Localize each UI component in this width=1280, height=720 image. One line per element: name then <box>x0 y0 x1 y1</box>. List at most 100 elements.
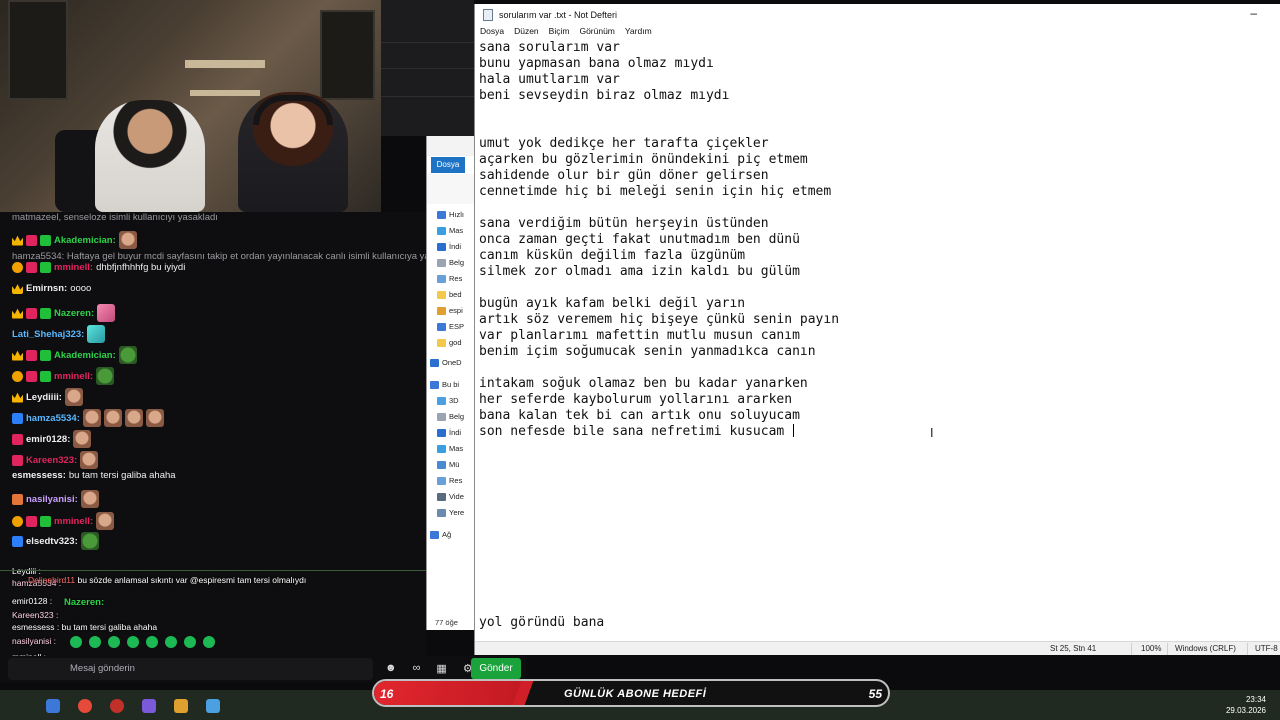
folder-icon <box>437 460 446 469</box>
folder-icon <box>437 210 446 219</box>
explorer-nav-item[interactable]: OneD <box>430 358 462 367</box>
file-explorer-window[interactable]: Dosya Hızlı Mas İndi Belg Res bed espi ESP god On… <box>426 136 477 630</box>
store-icon[interactable]: ▦ <box>436 662 446 675</box>
folder-icon <box>437 476 446 485</box>
send-button[interactable]: Gönder <box>471 658 521 679</box>
chat-username[interactable]: Akademician: <box>54 350 116 361</box>
line-ending: Windows (CRLF) <box>1175 644 1236 653</box>
emote-icon <box>203 636 215 648</box>
goal-target-count: 55 <box>868 687 882 701</box>
chat-username[interactable]: emir0128: <box>26 434 70 445</box>
chat-message: Lati_Shehaj323: <box>12 325 106 343</box>
chat-message: Emirnsn: oooo <box>12 283 91 294</box>
overlay-message-text: bu sözde anlamsal sıkıntı var @espiresmi… <box>77 575 307 585</box>
chat-message: Leydiiii: <box>12 388 83 406</box>
m-badge-icon <box>26 515 37 527</box>
menu-item-view[interactable]: Görünüm <box>579 26 614 40</box>
notepad-line: sahidende olur bir gün döner gelirsen <box>479 168 769 183</box>
folder-icon <box>437 290 446 299</box>
chat-message: mminell: dhbfjnfhhhfg bu iyiydi <box>12 262 185 273</box>
notepad-menu-bar: Dosya Düzen Biçim Görünüm Yardım <box>475 26 1280 40</box>
sub-badge-icon <box>12 515 23 527</box>
explorer-nav-item[interactable]: god <box>437 338 462 347</box>
minimize-icon[interactable]: – <box>1250 6 1257 20</box>
chat-username[interactable]: Kareen323: <box>26 455 77 466</box>
notepad-text-area[interactable]: sana sorularım var bunu yapmasan bana olm… <box>479 40 1269 630</box>
explorer-ribbon <box>427 136 477 156</box>
chat-username[interactable]: Emirnsn: <box>26 283 67 294</box>
folder-icon <box>437 428 446 437</box>
explorer-nav-item[interactable]: İndi <box>437 242 461 251</box>
explorer-nav-item[interactable]: İndi <box>437 428 461 437</box>
chat-username[interactable]: Nazeren: <box>54 308 94 319</box>
explorer-nav-item[interactable]: Hızlı <box>437 210 464 219</box>
points-icon[interactable]: ∞ <box>413 662 421 675</box>
explorer-nav-label: Mas <box>449 444 464 453</box>
chat-username[interactable]: esmessess: <box>12 470 66 481</box>
chat-input-placeholder: Mesaj gönderin <box>70 663 135 674</box>
notepad-window[interactable]: sorularım var .txt - Not Defteri – Dosya… <box>474 4 1280 655</box>
explorer-nav-item[interactable]: Mas <box>437 226 463 235</box>
chat-message-input[interactable] <box>8 658 373 680</box>
notepad-title-bar[interactable]: sorularım var .txt - Not Defteri – <box>475 4 1280 26</box>
chat-message: mminell: <box>12 367 115 385</box>
explorer-nav-item[interactable]: Ağ <box>430 530 451 539</box>
m-badge-icon <box>12 433 23 445</box>
chat-username[interactable]: elsedtv323: <box>26 536 78 547</box>
notepad-line: bana kalan tek bi can artık onu soluyuca… <box>479 408 800 423</box>
chat-username[interactable]: mminell: <box>54 516 93 527</box>
chat-username[interactable]: Leydiiii: <box>26 392 62 403</box>
chat-username[interactable]: mminell: <box>54 371 93 382</box>
webcam-feed <box>0 0 381 212</box>
system-message-text: hamza5534: Haftaya gel buyur mcdi sayfas… <box>12 251 426 262</box>
explorer-nav-label: Ağ <box>442 530 452 539</box>
crown-badge-icon <box>12 392 23 403</box>
explorer-file-tab[interactable]: Dosya <box>431 157 465 173</box>
explorer-nav-item[interactable]: espi <box>437 306 463 315</box>
chat-username[interactable]: Akademician: <box>54 235 116 246</box>
emote-icon <box>96 512 115 530</box>
explorer-nav-item[interactable]: Res <box>437 274 462 283</box>
explorer-nav-label: Hızlı <box>449 210 464 219</box>
notepad-line <box>479 120 1269 136</box>
folder-icon <box>437 274 446 283</box>
emote-icon <box>87 325 106 343</box>
taskbar-app-icon[interactable] <box>206 699 220 713</box>
chat-system-message: matmazeel, senseloze isimli kullanıcıyı … <box>12 212 218 223</box>
explorer-nav-item[interactable]: Res <box>437 476 462 485</box>
menu-item-help[interactable]: Yardım <box>625 26 652 40</box>
chat-username[interactable]: hamza5534: <box>26 413 80 424</box>
taskbar-app-icon[interactable] <box>46 699 60 713</box>
chat-username[interactable]: mminell: <box>54 262 93 273</box>
folder-icon <box>430 380 439 389</box>
explorer-nav-item[interactable]: Bu bi <box>430 380 459 389</box>
cursor-position: St 25, Stn 41 <box>1050 644 1097 653</box>
taskbar-app-icon[interactable] <box>110 699 124 713</box>
overlay-username: Nazeren: <box>64 597 105 608</box>
emote-icon <box>118 231 137 249</box>
explorer-nav-item[interactable]: Belg <box>437 412 464 421</box>
explorer-nav-item[interactable]: Mas <box>437 444 463 453</box>
chat-username[interactable]: nasilyanisi: <box>26 494 78 505</box>
notepad-line: sana verdiğim bütün herşeyin üstünden <box>479 216 769 231</box>
overlay-chat-line: emir0128 : <box>12 596 53 606</box>
explorer-nav-item[interactable]: Vide <box>437 492 464 501</box>
gift-badge-icon <box>40 234 51 246</box>
explorer-nav-item[interactable]: Mü <box>437 460 459 469</box>
explorer-nav-item[interactable]: bed <box>437 290 462 299</box>
menu-item-file[interactable]: Dosya <box>480 26 504 40</box>
explorer-nav-item[interactable]: Yere <box>437 508 464 517</box>
system-clock[interactable]: 23:34 29.03.2026 <box>1226 694 1266 716</box>
m-badge-icon <box>26 349 37 361</box>
taskbar-app-icon[interactable] <box>142 699 156 713</box>
chat-username[interactable]: Lati_Shehaj323: <box>12 329 84 340</box>
taskbar-app-icon[interactable] <box>174 699 188 713</box>
notepad-line: hala umutlarım var <box>479 72 620 87</box>
emoji-icon[interactable]: ☻ <box>385 662 397 675</box>
menu-item-edit[interactable]: Düzen <box>514 26 539 40</box>
menu-item-format[interactable]: Biçim <box>549 26 570 40</box>
explorer-nav-item[interactable]: Belg <box>437 258 464 267</box>
explorer-nav-item[interactable]: 3D <box>437 396 459 405</box>
explorer-nav-item[interactable]: ESP <box>437 322 464 331</box>
taskbar-app-icon[interactable] <box>78 699 92 713</box>
